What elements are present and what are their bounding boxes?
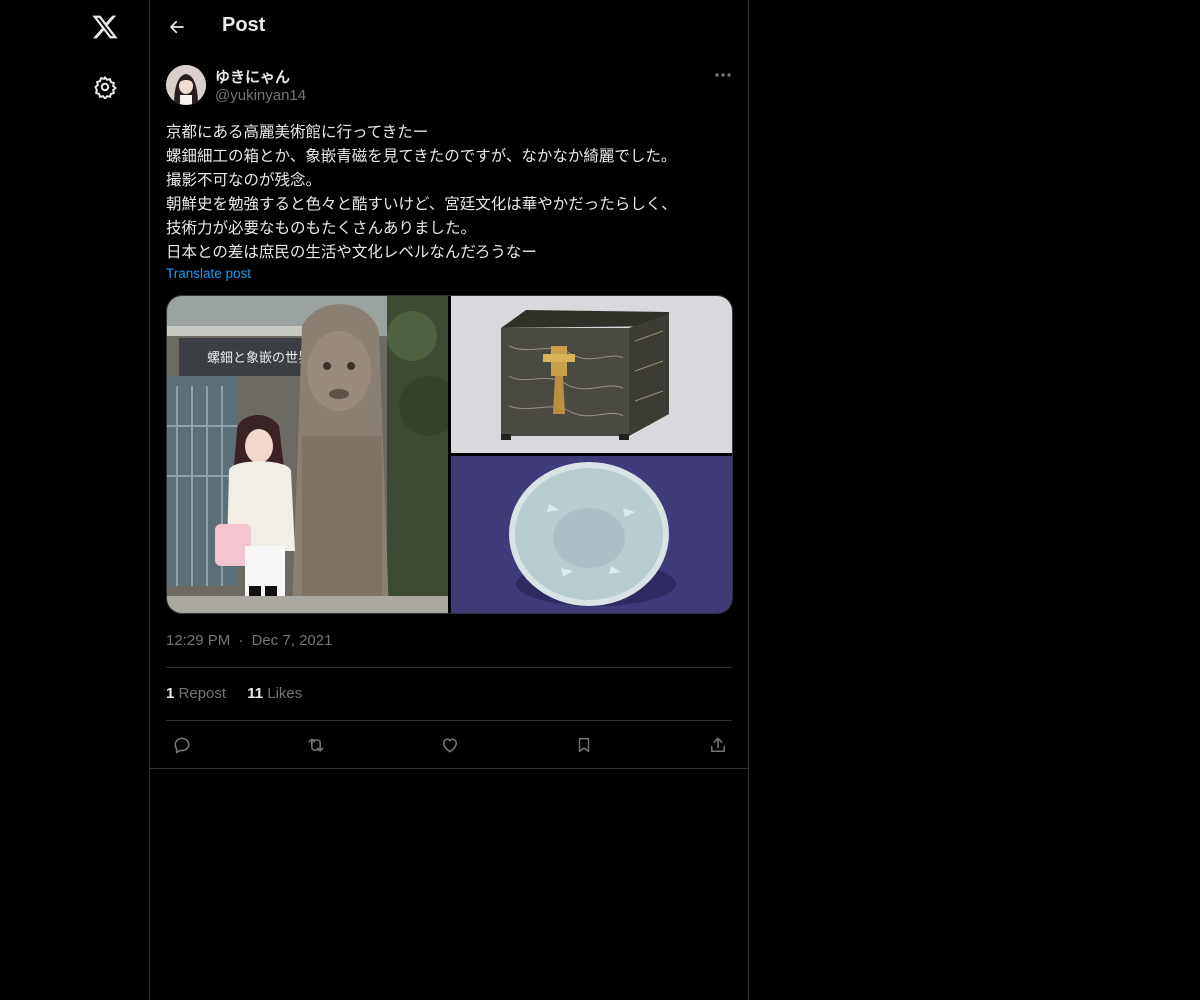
page-title: Post — [222, 14, 266, 36]
post-text-line: 螺鈿細工の箱とか、象嵌青磁を見てきたのですが、なかなか綺麗でした。 — [166, 147, 677, 165]
more-options-icon[interactable] — [712, 64, 734, 86]
reply-icon[interactable] — [167, 730, 197, 760]
timestamp-separator: · — [238, 632, 244, 649]
post-text-line: 京都にある高麗美術館に行ってきたー — [166, 123, 429, 141]
repost-count[interactable]: 1 Repost — [166, 685, 226, 702]
author-display-name[interactable]: ゆきにゃん — [215, 66, 290, 87]
back-arrow-icon[interactable] — [164, 14, 190, 40]
left-navigation — [0, 0, 150, 1000]
post-timestamp[interactable]: 12:29 PM · Dec 7, 2021 — [166, 632, 332, 649]
x-logo-icon[interactable] — [88, 10, 122, 44]
author-handle[interactable]: @yukinyan14 — [215, 87, 306, 104]
post-text-line: 撮影不可なのが残念。 — [166, 171, 322, 189]
post-stats: 1 Repost 11 Likes — [166, 685, 319, 702]
bookmark-icon[interactable] — [569, 730, 599, 760]
post-text-line: 朝鮮史を勉強すると色々と酷すいけど、宮廷文化は華やかだったらしく、 — [166, 195, 677, 213]
repost-icon[interactable] — [301, 730, 331, 760]
post-text: 京都にある高麗美術館に行ってきたー 螺鈿細工の箱とか、象嵌青磁を見てきたのですが… — [166, 120, 736, 264]
media-photo-lacquer-box[interactable] — [451, 296, 732, 453]
avatar[interactable] — [166, 65, 206, 105]
likes-count-number: 11 — [247, 685, 264, 702]
share-icon[interactable] — [703, 730, 733, 760]
repost-count-label: Repost — [178, 685, 227, 702]
divider — [150, 768, 748, 769]
likes-count-label: Likes — [267, 685, 303, 702]
post-header: Post — [150, 0, 748, 54]
post-time: 12:29 PM — [166, 632, 231, 649]
main-column: Post ゆきにゃん @yukinyan14 京都にある高麗美術館に行ってきたー… — [149, 0, 749, 1000]
media-photo-celadon-bowl[interactable] — [451, 456, 732, 613]
post-text-line: 技術力が必要なものもたくさんありました。 — [166, 219, 477, 237]
post-date: Dec 7, 2021 — [251, 632, 333, 649]
media-grid: 螺鈿と象嵌の世界 — [166, 295, 733, 614]
gear-icon[interactable] — [91, 73, 119, 101]
museum-banner-text: 螺鈿と象嵌の世界 — [207, 351, 311, 366]
divider — [166, 667, 732, 668]
repost-count-number: 1 — [166, 685, 175, 702]
action-bar — [150, 730, 748, 760]
divider — [166, 720, 732, 721]
media-photo-museum-entrance[interactable]: 螺鈿と象嵌の世界 — [167, 296, 448, 613]
post-text-line: 日本との差は庶民の生活や文化レベルなんだろうなー — [166, 243, 537, 261]
translate-post-link[interactable]: Translate post — [166, 266, 251, 281]
like-icon[interactable] — [435, 730, 465, 760]
likes-count[interactable]: 11 Likes — [247, 685, 302, 702]
